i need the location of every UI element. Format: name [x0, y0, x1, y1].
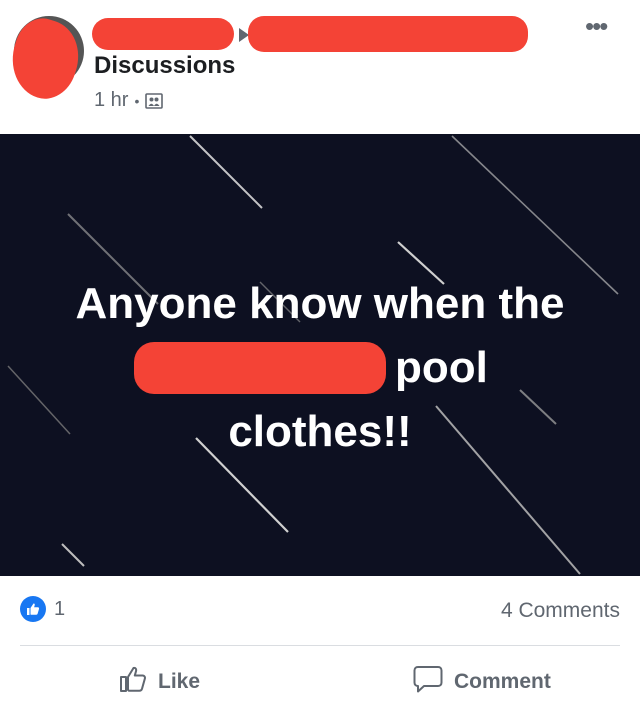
like-icon	[20, 596, 46, 622]
like-label: Like	[158, 670, 201, 693]
post-meta: 1 hr •	[94, 89, 164, 112]
post-text-line-2: pool	[0, 336, 640, 400]
author-avatar[interactable]	[1, 11, 89, 107]
group-icon	[145, 92, 164, 110]
reaction-count: 1	[54, 597, 66, 620]
meta-separator: •	[134, 92, 140, 109]
post-header: Discussions 1 hr • •••	[0, 0, 640, 134]
comments-count-link[interactable]: 4 Comments	[501, 599, 620, 623]
post-timestamp[interactable]: 1 hr	[94, 89, 128, 112]
post-text-pool: pool	[395, 343, 488, 392]
like-button[interactable]: Like	[118, 664, 200, 700]
author-name-redaction	[92, 18, 234, 50]
comment-button[interactable]: Comment	[412, 664, 551, 700]
divider	[20, 645, 620, 646]
more-options-icon[interactable]: •••	[585, 13, 608, 39]
reaction-summary[interactable]: 1	[20, 596, 65, 622]
post-text-line-3: clothes!!	[228, 407, 412, 456]
group-name-link[interactable]: Discussions	[94, 52, 235, 80]
post-image: Anyone know when the pool clothes!!	[0, 134, 640, 576]
thumbs-up-icon	[118, 664, 148, 700]
comment-label: Comment	[454, 670, 551, 693]
redaction-mark	[1, 11, 89, 107]
text-redaction	[134, 342, 386, 394]
target-name-redaction	[248, 16, 528, 52]
comment-icon	[412, 664, 444, 700]
post-text: Anyone know when the pool clothes!!	[0, 272, 640, 464]
post-text-line-1: Anyone know when the	[75, 279, 565, 328]
